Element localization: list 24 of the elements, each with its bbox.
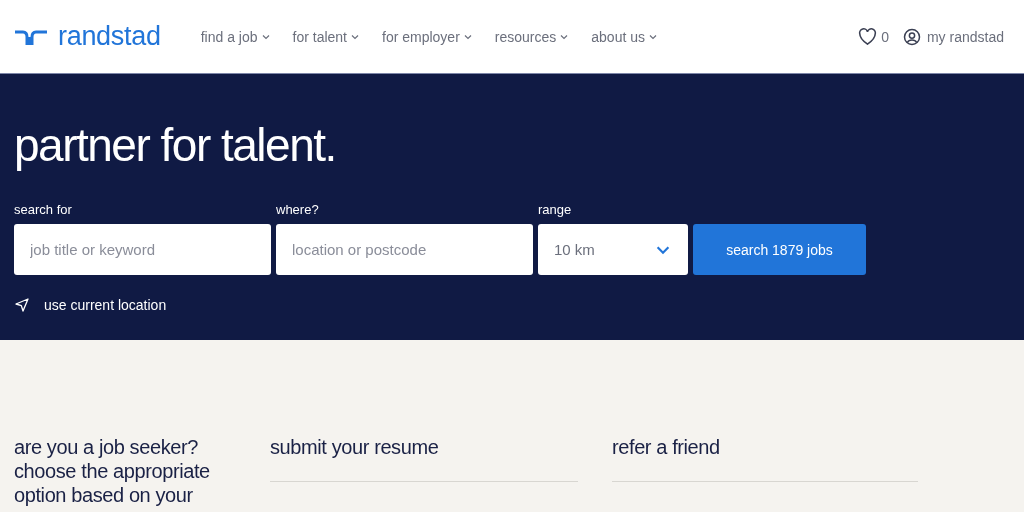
nav-link[interactable]: for employer <box>382 28 473 45</box>
field-label: search for <box>14 202 73 217</box>
nav-link[interactable]: about us <box>591 28 658 45</box>
search-button[interactable]: search 1879 jobs <box>693 224 866 275</box>
logo-icon <box>14 28 48 45</box>
range-select[interactable]: 10 km <box>538 224 688 275</box>
nav-link[interactable]: find a job <box>200 28 271 45</box>
field-label: where? <box>276 202 320 217</box>
nav-link[interactable]: for talent <box>292 28 360 45</box>
heart-icon <box>858 28 878 45</box>
user-icon <box>902 27 921 46</box>
field-label: range <box>538 202 573 217</box>
nav-link[interactable]: resources <box>494 28 570 45</box>
favorites-link[interactable]: 0 <box>858 28 889 45</box>
section-title: are you a job seeker? choose the appropriate option based on your <box>14 435 211 507</box>
search-field[interactable]: job title or keyword <box>14 224 271 275</box>
search-field[interactable]: location or postcode <box>276 224 533 275</box>
navigation-icon <box>14 297 30 313</box>
hero-title: partner for talent. <box>14 118 337 172</box>
logo-text[interactable]: randstad <box>58 21 161 52</box>
account-link[interactable]: my randstad <box>902 27 1004 46</box>
location-link[interactable]: use current location <box>14 297 167 313</box>
section-title: refer a friend <box>612 435 721 459</box>
section-title: submit your resume <box>270 435 440 459</box>
